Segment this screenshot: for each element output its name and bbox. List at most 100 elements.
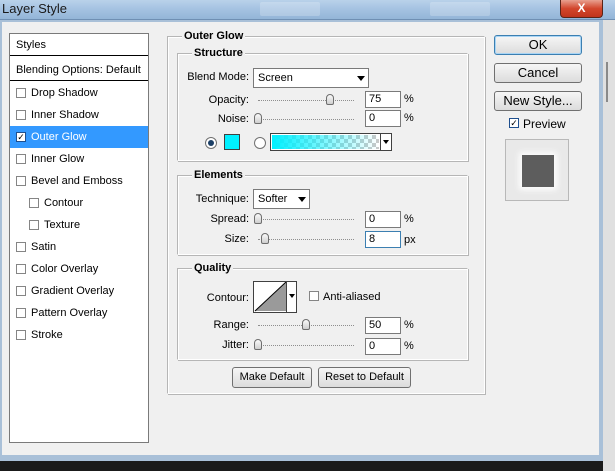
chevron-down-icon	[357, 76, 365, 81]
size-label: Size:	[224, 233, 249, 245]
spread-label: Spread:	[210, 213, 249, 225]
opacity-input[interactable]: 75	[365, 91, 401, 108]
chevron-down-icon	[286, 282, 296, 312]
list-item-label: Satin	[31, 241, 57, 253]
blending-options[interactable]: Blending Options: Default	[10, 59, 148, 81]
ok-button[interactable]: OK	[494, 35, 582, 55]
bevel-emboss-checkbox[interactable]	[16, 176, 26, 186]
list-item-label: Gradient Overlay	[31, 285, 115, 297]
solid-color-radio[interactable]	[205, 137, 217, 149]
list-item-bevel-emboss[interactable]: Bevel and Emboss	[10, 170, 148, 192]
outer-glow-title: Outer Glow	[182, 30, 246, 43]
opacity-unit: %	[404, 93, 414, 105]
cancel-button[interactable]: Cancel	[494, 63, 582, 83]
jitter-slider-track	[258, 345, 354, 346]
blend-mode-label: Blend Mode:	[187, 71, 249, 83]
preview-label: Preview	[523, 117, 566, 131]
list-item-contour[interactable]: Contour	[10, 192, 148, 214]
range-input[interactable]: 50	[365, 317, 401, 334]
list-item-drop-shadow[interactable]: Drop Shadow	[10, 82, 148, 104]
outer-glow-checkbox[interactable]: ✓	[16, 132, 26, 142]
color-overlay-checkbox[interactable]	[16, 264, 26, 274]
list-item-label: Inner Shadow	[31, 109, 99, 121]
new-style-button[interactable]: New Style...	[494, 91, 582, 111]
size-input[interactable]: 8	[365, 231, 401, 248]
blend-mode-value: Screen	[258, 72, 293, 84]
styles-header-label: Styles	[16, 39, 46, 51]
technique-value: Softer	[258, 193, 288, 205]
jitter-slider-thumb[interactable]	[254, 339, 262, 350]
list-item-texture[interactable]: Texture	[10, 214, 148, 236]
close-button[interactable]: X	[560, 0, 603, 18]
list-item-outer-glow[interactable]: ✓ Outer Glow	[10, 126, 148, 148]
opacity-slider-thumb[interactable]	[326, 94, 334, 105]
list-item-inner-glow[interactable]: Inner Glow	[10, 148, 148, 170]
inner-glow-checkbox[interactable]	[16, 154, 26, 164]
satin-checkbox[interactable]	[16, 242, 26, 252]
gradient-overlay-checkbox[interactable]	[16, 286, 26, 296]
window-title: Layer Style	[2, 1, 68, 16]
texture-checkbox[interactable]	[29, 220, 39, 230]
make-default-button[interactable]: Make Default	[232, 367, 312, 388]
blend-mode-select[interactable]: Screen	[253, 68, 369, 88]
list-item-gradient-overlay[interactable]: Gradient Overlay	[10, 280, 148, 302]
list-item-label: Bevel and Emboss	[31, 175, 123, 187]
size-unit: px	[404, 234, 416, 246]
list-item-label: Outer Glow	[31, 131, 87, 143]
list-item-inner-shadow[interactable]: Inner Shadow	[10, 104, 148, 126]
blending-options-label: Blending Options: Default	[16, 64, 141, 76]
list-item-label: Stroke	[31, 329, 63, 341]
technique-label: Technique:	[195, 193, 249, 205]
anti-aliased-label: Anti-aliased	[323, 291, 381, 303]
list-item-label: Drop Shadow	[31, 87, 98, 99]
contour-checkbox[interactable]	[29, 198, 39, 208]
inner-shadow-checkbox[interactable]	[16, 110, 26, 120]
gradient-preview	[272, 135, 379, 149]
spread-slider-track	[258, 219, 354, 220]
opacity-label: Opacity:	[208, 94, 249, 106]
list-item-label: Contour	[44, 197, 84, 209]
structure-title: Structure	[192, 47, 245, 60]
gradient-radio[interactable]	[254, 137, 266, 149]
reset-default-button[interactable]: Reset to Default	[318, 367, 411, 388]
list-item-color-overlay[interactable]: Color Overlay	[10, 258, 148, 280]
title-bar-background	[430, 2, 490, 16]
title-bar: Layer Style X	[0, 0, 615, 20]
size-slider-track	[258, 239, 354, 240]
pattern-overlay-checkbox[interactable]	[16, 308, 26, 318]
preview-swatch	[522, 155, 554, 187]
list-item-satin[interactable]: Satin	[10, 236, 148, 258]
list-item-label: Texture	[44, 219, 81, 231]
glow-gradient-picker[interactable]	[270, 133, 392, 151]
technique-select[interactable]: Softer	[253, 189, 310, 209]
list-item-label: Pattern Overlay	[31, 307, 108, 319]
contour-picker[interactable]	[253, 281, 297, 313]
quality-title: Quality	[192, 262, 234, 275]
range-slider-thumb[interactable]	[302, 319, 310, 330]
spread-slider-thumb[interactable]	[254, 213, 262, 224]
background-window-edge	[603, 20, 615, 471]
elements-title: Elements	[192, 169, 245, 182]
spread-input[interactable]: 0	[365, 211, 401, 228]
close-icon: X	[577, 1, 586, 15]
glow-color-swatch[interactable]	[224, 134, 240, 150]
jitter-unit: %	[404, 340, 414, 352]
preview-checkbox[interactable]: ✓	[509, 118, 519, 128]
size-slider-thumb[interactable]	[260, 233, 269, 244]
list-item-label: Color Overlay	[31, 263, 99, 275]
noise-input[interactable]: 0	[365, 110, 401, 127]
styles-header[interactable]: Styles	[10, 34, 148, 56]
stroke-checkbox[interactable]	[16, 330, 26, 340]
taskbar-edge	[0, 461, 603, 471]
noise-label: Noise:	[217, 113, 249, 125]
noise-slider-thumb[interactable]	[254, 113, 262, 124]
style-preview	[505, 139, 569, 201]
drop-shadow-checkbox[interactable]	[16, 88, 26, 98]
noise-unit: %	[404, 112, 414, 124]
list-item-pattern-overlay[interactable]: Pattern Overlay	[10, 302, 148, 324]
list-item-stroke[interactable]: Stroke	[10, 324, 148, 346]
styles-list: Styles Blending Options: Default Drop Sh…	[9, 33, 149, 443]
jitter-input[interactable]: 0	[365, 338, 401, 355]
anti-aliased-checkbox[interactable]	[309, 291, 319, 301]
noise-slider-track	[258, 119, 354, 120]
